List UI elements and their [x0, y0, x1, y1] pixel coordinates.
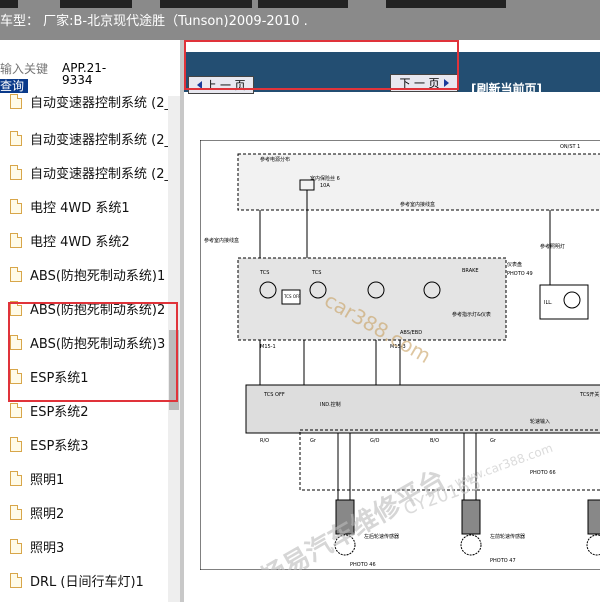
photo-47-label: PHOTO 47	[490, 558, 516, 564]
tree-item-label: 照明3	[30, 540, 65, 556]
tree-item[interactable]: 电控 4WD 系统1	[10, 189, 130, 223]
main-pane: 上 一 页 下 一 页 [刷新当前页] ON/ST 1 参考电源分布 室内保险丝…	[184, 40, 600, 602]
document-icon	[10, 402, 22, 418]
vehicle-title: 车型： 厂家:B-北京现代途胜（Tunson)2009-2010 .	[0, 14, 308, 29]
tree-item[interactable]: DRL (日间行车灯)1	[10, 563, 144, 597]
tree-item-label: 照明1	[30, 472, 65, 488]
tree-item[interactable]: 电控 4WD 系统2	[10, 223, 130, 257]
tree-item-label: 自动变速器控制系统 (2_	[30, 132, 171, 148]
document-icon	[10, 164, 22, 180]
search-input[interactable]	[0, 62, 52, 76]
tcs-off-pin-label: TCS OFF	[263, 392, 285, 398]
photo-top-label: PHOTO 49	[507, 271, 533, 277]
tree-item[interactable]: 自动变速器控制系统 (2_	[10, 84, 171, 118]
toolbar-block	[386, 0, 506, 8]
connector-m151-label: M15-1	[260, 344, 276, 350]
abs-highlight-box	[8, 302, 178, 402]
fl-sensor-coil	[461, 499, 481, 535]
brake-label: BRAKE	[462, 268, 479, 274]
wiring-diagram: ON/ST 1 参考电源分布 室内保险丝 6 10A 参考室内接线盒 参考室内接…	[200, 140, 600, 570]
toolbar-block	[60, 0, 132, 8]
wheel-input-label: 轮速输入	[530, 418, 550, 425]
wire-label: R/O	[260, 438, 269, 444]
document-icon	[10, 266, 22, 282]
document-icon	[10, 130, 22, 146]
document-icon	[10, 232, 22, 248]
tree-item[interactable]: ESP系统3	[10, 427, 89, 461]
toolbar-block	[160, 0, 252, 8]
wire-label: B/O	[430, 438, 439, 444]
abs-module-box	[245, 384, 600, 434]
nav-highlight-box	[184, 40, 459, 90]
tree-item-label: ESP系统2	[30, 404, 89, 420]
tcs-off-label: TCS OFF	[283, 294, 301, 299]
ill-label: ILL.	[544, 300, 553, 306]
document-icon	[10, 436, 22, 452]
document-icon	[10, 572, 22, 588]
sidebar: APP.21-9334 查询 自动变速器控制系统 (2_ 自动变速器控制系统 (…	[0, 40, 180, 602]
fuse-value: 10A	[320, 183, 330, 189]
left-ref-label: 参考室内接线盒	[204, 237, 239, 244]
toolbar-block	[258, 0, 348, 8]
refresh-page-link[interactable]: [刷新当前页]	[471, 80, 542, 97]
junction-label: 参考室内接线盒	[400, 201, 435, 208]
tree-item[interactable]: 照明3	[10, 529, 64, 563]
right-ref-label: 参考照明灯	[540, 243, 565, 250]
tree-item[interactable]: ABS(防抱死制动系统)1	[10, 257, 165, 291]
app-code: APP.21-9334	[62, 61, 107, 87]
document-icon	[10, 470, 22, 486]
tree-item[interactable]: 自动变速器控制系统 (2_	[10, 155, 171, 189]
photo-46-label: PHOTO 46	[350, 562, 376, 568]
top-bar: 车型： 厂家:B-北京现代途胜（Tunson)2009-2010 .	[0, 0, 600, 40]
rr-sensor-coil	[587, 499, 600, 535]
tcs-switch-label: TCS开关	[579, 391, 599, 398]
toolbar-block	[0, 0, 18, 8]
photo-66-label: PHOTO 66	[530, 470, 556, 476]
tcs-label: TCS	[259, 270, 269, 276]
ind-control-label: IND.控制	[320, 401, 341, 408]
tcs2-label: TCS	[311, 270, 321, 276]
document-icon	[10, 504, 22, 520]
fl-sensor-label: 左前轮速传感器	[490, 533, 525, 540]
tree-item[interactable]: 照明1	[10, 461, 64, 495]
document-icon	[10, 538, 22, 554]
wire-label: Gr	[490, 438, 497, 444]
tree-item-label: 电控 4WD 系统2	[30, 234, 130, 250]
document-icon	[10, 93, 22, 109]
tree-item-label: 自动变速器控制系统 (2_	[30, 166, 171, 182]
power-box-label: 参考电源分布	[260, 156, 290, 163]
wire-label: Gr	[310, 438, 317, 444]
tree-item-label: 自动变速器控制系统 (2_	[30, 95, 171, 111]
tree-item-label: ESP系统3	[30, 438, 89, 454]
warning-label: 参考指示灯&仪表	[452, 311, 491, 318]
tree-item-label: 照明2	[30, 506, 65, 522]
diagram-corner-label: ON/ST 1	[560, 144, 580, 150]
wire-label: G/O	[370, 438, 380, 444]
instrument-label: 仪表盘	[507, 261, 522, 268]
tree-item[interactable]: 自动变速器控制系统 (2_	[10, 121, 171, 155]
tree-item-label: ABS(防抱死制动系统)1	[30, 268, 166, 284]
tree-item[interactable]: 照明2	[10, 495, 64, 529]
tree-item-label: 电控 4WD 系统1	[30, 200, 130, 216]
document-icon	[10, 198, 22, 214]
tree-item-label: DRL (日间行车灯)1	[30, 574, 144, 590]
